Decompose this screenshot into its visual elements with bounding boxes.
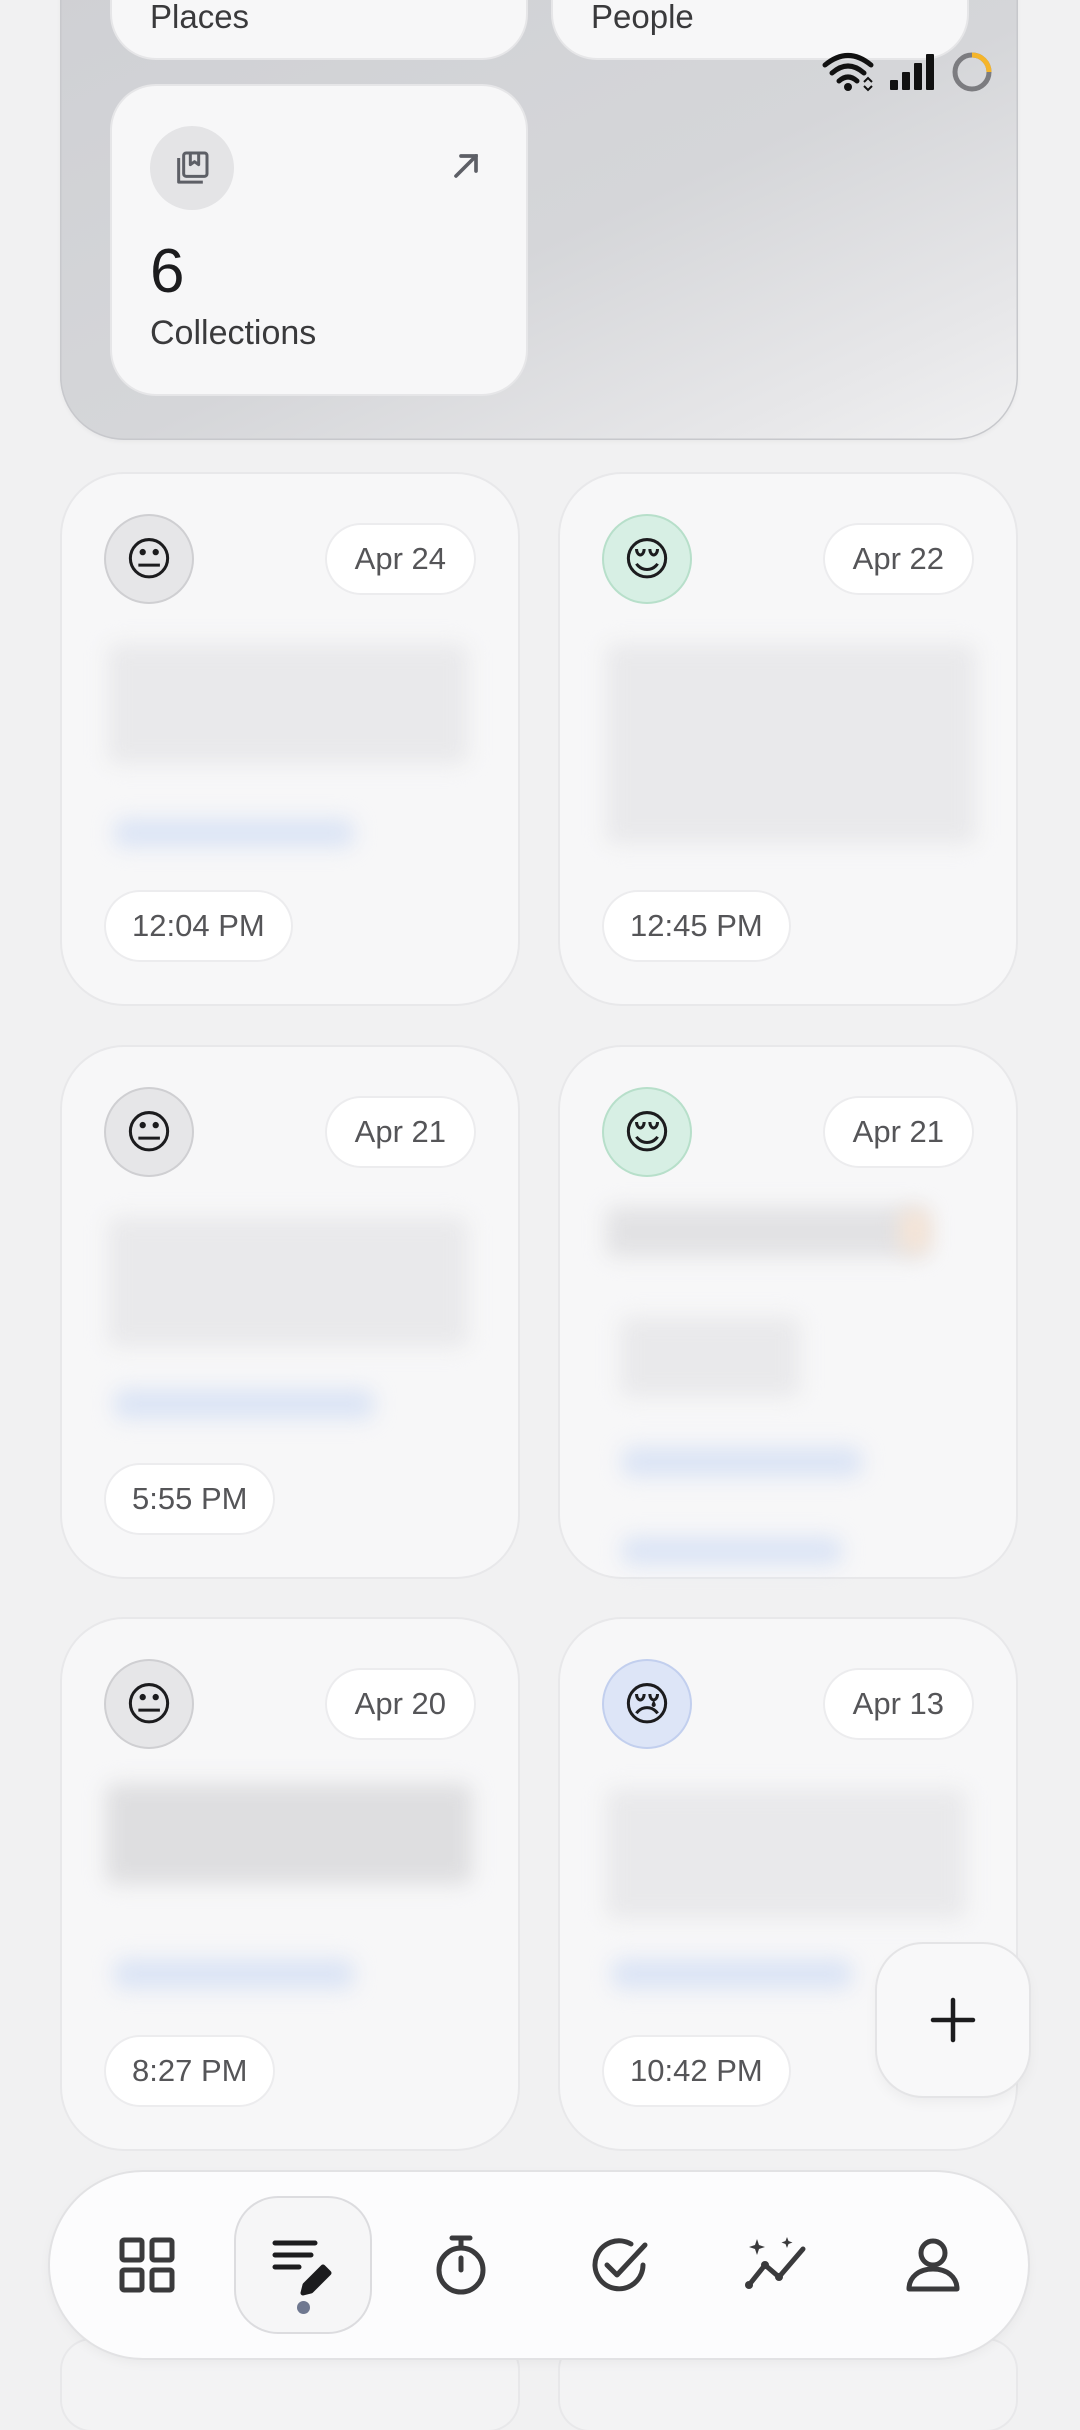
journal-entry-card[interactable]: 😐 Apr 20 8:27 PM — [62, 1619, 518, 2149]
timer-icon — [436, 2235, 486, 2295]
mood-neutral-icon: 😐 — [106, 516, 192, 602]
entry-date: Apr 20 — [326, 1670, 474, 1738]
entry-tag-blurred — [612, 1959, 852, 1989]
grid-icon — [119, 2237, 175, 2293]
entry-text-blurred — [106, 1784, 472, 1884]
arrow-up-right-icon — [454, 154, 478, 178]
people-label: People — [591, 0, 694, 35]
nav-profile[interactable] — [868, 2200, 998, 2330]
mood-relieved-icon: 😌 — [604, 1089, 690, 1175]
entry-date: Apr 21 — [824, 1098, 972, 1166]
entry-text-blurred — [606, 644, 976, 844]
plus-icon — [930, 1997, 976, 2043]
nav-timer[interactable] — [396, 2200, 526, 2330]
entry-heading-blurred — [606, 1207, 926, 1257]
nav-grid[interactable] — [82, 2200, 212, 2330]
collections-label: Collections — [150, 314, 317, 352]
collections-icon — [150, 126, 234, 210]
battery-ring-icon — [952, 52, 992, 92]
collections-count: 6 — [150, 237, 185, 306]
entry-tag-blurred — [114, 1389, 374, 1419]
mood-neutral-icon: 😐 — [106, 1661, 192, 1747]
nav-tasks[interactable] — [554, 2200, 684, 2330]
active-indicator-dot — [297, 2301, 310, 2314]
entry-date: Apr 22 — [824, 525, 972, 593]
entry-date: Apr 24 — [326, 525, 474, 593]
entry-tag-blurred — [114, 1959, 354, 1989]
entry-text-blurred — [620, 1317, 800, 1397]
person-icon — [906, 2238, 960, 2292]
entry-text-blurred — [108, 644, 468, 764]
entry-tag-blurred — [622, 1447, 862, 1477]
entry-time: 5:55 PM — [106, 1465, 274, 1533]
places-card[interactable]: Places — [112, 0, 526, 58]
mood-relieved-icon: 😌 — [604, 516, 690, 602]
journal-entry-card[interactable]: 😐 Apr 21 5:55 PM — [62, 1047, 518, 1577]
nav-insights[interactable] — [712, 2200, 842, 2330]
nav-journal[interactable] — [236, 2198, 370, 2332]
journal-edit-icon — [272, 2240, 332, 2296]
collections-card[interactable]: 6 Collections — [112, 86, 526, 394]
entry-time: 8:27 PM — [106, 2037, 274, 2105]
journal-entry-card[interactable]: 😌 Apr 21 — [560, 1047, 1016, 1577]
bottom-nav — [50, 2172, 1028, 2358]
sparkle-chart-icon — [745, 2237, 806, 2289]
check-circle-icon — [592, 2238, 648, 2292]
add-entry-button[interactable] — [877, 1944, 1029, 2096]
entry-date: Apr 13 — [824, 1670, 972, 1738]
journal-entry-card[interactable]: 😐 Apr 24 12:04 PM — [62, 474, 518, 1004]
entry-time: 10:42 PM — [604, 2037, 789, 2105]
entry-tag-blurred — [622, 1537, 842, 1565]
wifi-icon — [822, 53, 874, 92]
entry-time: 12:45 PM — [604, 892, 789, 960]
mood-sad-icon: 😢 — [604, 1661, 690, 1747]
entry-text-blurred — [108, 1217, 468, 1347]
journal-entry-card[interactable]: 😌 Apr 22 12:45 PM — [560, 474, 1016, 1004]
mood-neutral-icon: 😐 — [106, 1089, 192, 1175]
entry-date: Apr 21 — [326, 1098, 474, 1166]
signal-icon — [890, 54, 934, 90]
entry-time: 12:04 PM — [106, 892, 291, 960]
entry-text-blurred — [606, 1789, 966, 1919]
status-icons — [822, 48, 994, 96]
places-label: Places — [150, 0, 250, 35]
entry-tag-blurred — [114, 819, 354, 847]
entry-heading-accent — [900, 1209, 930, 1253]
